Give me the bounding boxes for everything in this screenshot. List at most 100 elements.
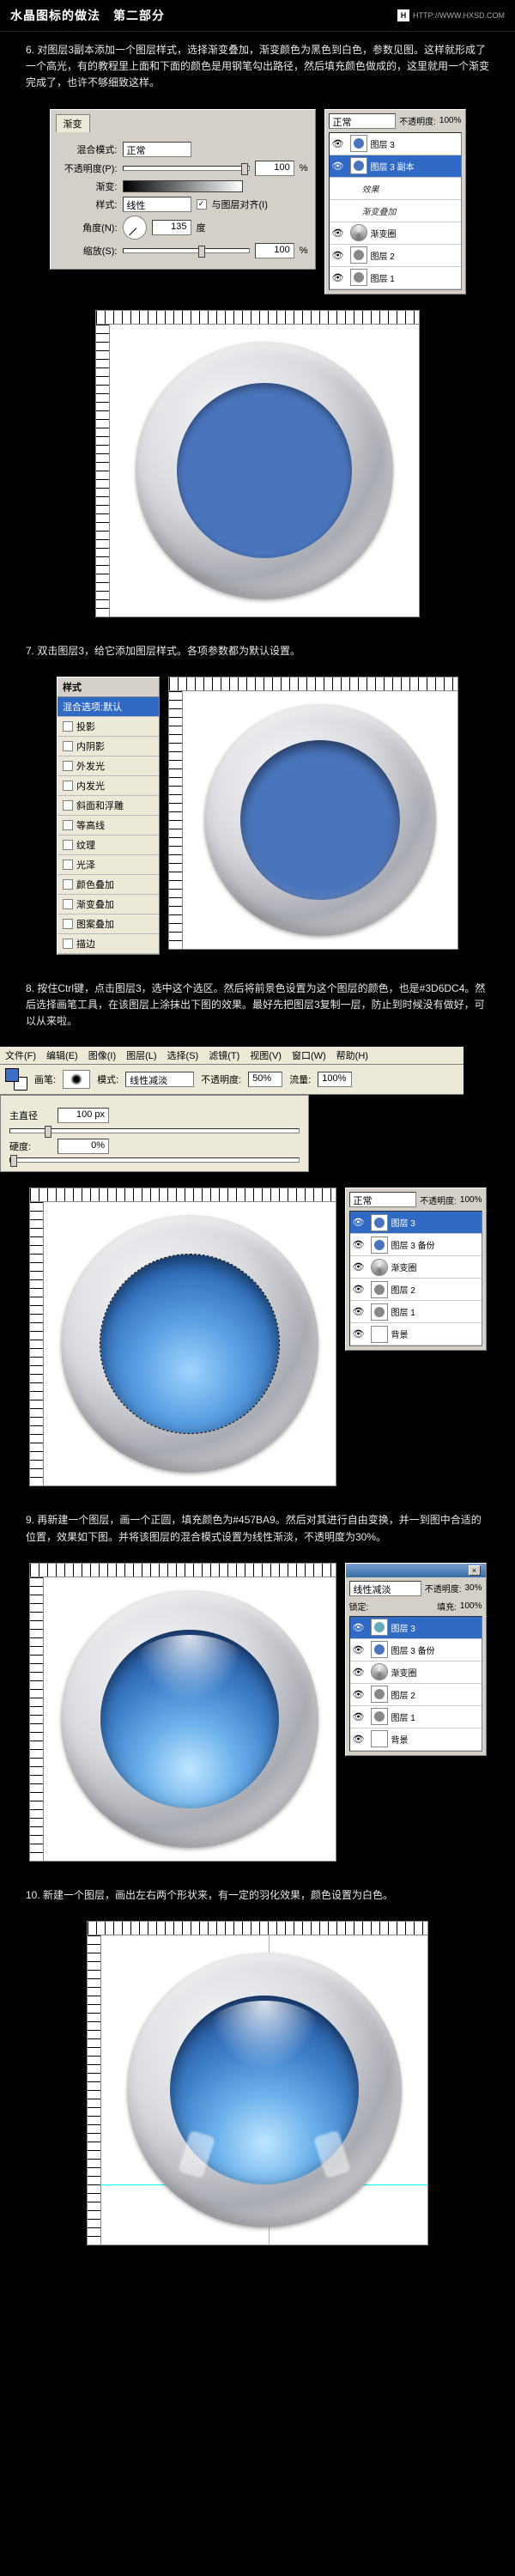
- visibility-eye-icon[interactable]: 👁: [350, 1306, 367, 1317]
- layer-row[interactable]: 👁图层 3 副本: [330, 155, 461, 178]
- layer-row[interactable]: 👁背景: [350, 1323, 482, 1346]
- layer-row[interactable]: 👁图层 3: [350, 1212, 482, 1234]
- hardness-slider[interactable]: [9, 1157, 300, 1163]
- foreground-swatch[interactable]: [5, 1068, 19, 1082]
- style-checkbox[interactable]: [63, 721, 73, 732]
- menu-item[interactable]: 编辑(E): [46, 1048, 78, 1062]
- menu-item[interactable]: 滤镜(T): [209, 1048, 239, 1062]
- style-checkbox[interactable]: [63, 781, 73, 791]
- visibility-eye-icon[interactable]: 👁: [350, 1622, 367, 1633]
- visibility-eye-icon[interactable]: 👁: [330, 138, 347, 149]
- angle-dial[interactable]: [123, 216, 147, 240]
- layer-row[interactable]: 👁渐变圈: [350, 1256, 482, 1279]
- style-checkbox[interactable]: [63, 879, 73, 890]
- diameter-slider[interactable]: [9, 1128, 300, 1133]
- layer-blend-select[interactable]: 正常: [329, 113, 397, 129]
- menu-item[interactable]: 选择(S): [167, 1048, 199, 1062]
- layer-blend-select[interactable]: 线性减淡: [349, 1581, 421, 1596]
- style-item[interactable]: 等高线: [58, 816, 159, 835]
- blend-mode-select[interactable]: 正常: [123, 142, 191, 157]
- layer-row[interactable]: 👁图层 2: [350, 1279, 482, 1301]
- style-checkbox[interactable]: [63, 761, 73, 771]
- visibility-eye-icon[interactable]: 👁: [350, 1644, 367, 1656]
- layer-row[interactable]: 👁图层 1: [350, 1706, 482, 1728]
- ruler-horizontal-icon: [30, 1564, 336, 1577]
- blend-options-head[interactable]: 混合选项:默认: [58, 697, 159, 717]
- visibility-eye-icon[interactable]: 👁: [330, 272, 347, 283]
- layer-row[interactable]: 👁图层 2: [330, 245, 461, 267]
- style-checkbox[interactable]: [63, 820, 73, 830]
- layer-row[interactable]: 👁图层 3: [330, 133, 461, 155]
- menu-item[interactable]: 视图(V): [250, 1048, 282, 1062]
- visibility-eye-icon[interactable]: 👁: [350, 1689, 367, 1700]
- style-select[interactable]: 线性: [123, 197, 191, 212]
- opacity-slider[interactable]: [123, 166, 250, 171]
- style-checkbox[interactable]: [63, 741, 73, 751]
- visibility-eye-icon[interactable]: 👁: [350, 1284, 367, 1295]
- style-item[interactable]: 内发光: [58, 776, 159, 796]
- menu-item[interactable]: 帮助(H): [336, 1048, 368, 1062]
- style-item[interactable]: 渐变叠加: [58, 895, 159, 914]
- style-item[interactable]: 图案叠加: [58, 914, 159, 934]
- visibility-eye-icon[interactable]: 👁: [350, 1734, 367, 1745]
- layer-row[interactable]: 👁图层 1: [330, 267, 461, 289]
- layer-row[interactable]: 渐变叠加: [330, 200, 461, 222]
- layer-row[interactable]: 👁图层 3: [350, 1617, 482, 1639]
- menu-item[interactable]: 窗口(W): [292, 1048, 326, 1062]
- opacity-input[interactable]: 100: [255, 161, 294, 176]
- style-item[interactable]: 光泽: [58, 855, 159, 875]
- style-item[interactable]: 斜面和浮雕: [58, 796, 159, 816]
- layer-blend-select[interactable]: 正常: [349, 1192, 417, 1207]
- layer-row[interactable]: 👁背景: [350, 1728, 482, 1751]
- close-icon[interactable]: ×: [469, 1565, 481, 1576]
- align-checkbox[interactable]: ✓: [197, 199, 207, 210]
- layer-row[interactable]: 效果: [330, 178, 461, 200]
- visibility-eye-icon[interactable]: 👁: [330, 228, 347, 239]
- layer-row[interactable]: 👁图层 3 备份: [350, 1234, 482, 1256]
- brush-preview[interactable]: [63, 1070, 90, 1089]
- layer-row[interactable]: 👁渐变圈: [330, 222, 461, 245]
- layer-row[interactable]: 👁图层 3 备份: [350, 1639, 482, 1662]
- layer-thumbnail: [350, 269, 367, 286]
- color-swatches[interactable]: [5, 1068, 27, 1091]
- style-checkbox[interactable]: [63, 860, 73, 870]
- layer-row[interactable]: 👁图层 1: [350, 1301, 482, 1323]
- style-checkbox[interactable]: [63, 800, 73, 811]
- angle-input[interactable]: 135: [152, 220, 191, 235]
- style-item[interactable]: 纹理: [58, 835, 159, 855]
- visibility-eye-icon[interactable]: 👁: [350, 1328, 367, 1340]
- menu-item[interactable]: 图像(I): [88, 1048, 116, 1062]
- visibility-eye-icon[interactable]: 👁: [350, 1261, 367, 1273]
- style-label: 图案叠加: [76, 917, 114, 931]
- style-item[interactable]: 投影: [58, 717, 159, 737]
- visibility-eye-icon[interactable]: 👁: [330, 250, 347, 261]
- tab-gradient[interactable]: 渐变: [56, 114, 90, 132]
- style-checkbox[interactable]: [63, 939, 73, 949]
- gradient-preview[interactable]: [123, 180, 243, 192]
- visibility-eye-icon[interactable]: 👁: [330, 161, 347, 172]
- style-item[interactable]: 内阴影: [58, 737, 159, 756]
- menu-item[interactable]: 图层(L): [126, 1048, 156, 1062]
- style-checkbox[interactable]: [63, 919, 73, 929]
- canvas-8: [29, 1188, 336, 1486]
- style-item[interactable]: 外发光: [58, 756, 159, 776]
- visibility-eye-icon[interactable]: 👁: [350, 1239, 367, 1250]
- opacity-select[interactable]: 50%: [248, 1072, 282, 1087]
- flow-select[interactable]: 100%: [318, 1072, 352, 1087]
- visibility-eye-icon[interactable]: 👁: [350, 1711, 367, 1722]
- style-item[interactable]: 描边: [58, 934, 159, 954]
- diameter-input[interactable]: 100 px: [58, 1108, 109, 1123]
- mode-select[interactable]: 线性减淡: [125, 1072, 194, 1087]
- hardness-input[interactable]: 0%: [58, 1139, 109, 1154]
- style-checkbox[interactable]: [63, 840, 73, 850]
- visibility-eye-icon[interactable]: 👁: [350, 1667, 367, 1678]
- style-item[interactable]: 颜色叠加: [58, 875, 159, 895]
- layer-row[interactable]: 👁图层 2: [350, 1684, 482, 1706]
- menu-item[interactable]: 文件(F): [5, 1048, 36, 1062]
- scale-slider[interactable]: [123, 248, 250, 253]
- angle-label: 角度(N):: [58, 221, 118, 234]
- style-checkbox[interactable]: [63, 899, 73, 909]
- scale-input[interactable]: 100: [255, 243, 294, 258]
- visibility-eye-icon[interactable]: 👁: [350, 1217, 367, 1228]
- layer-row[interactable]: 👁渐变圈: [350, 1662, 482, 1684]
